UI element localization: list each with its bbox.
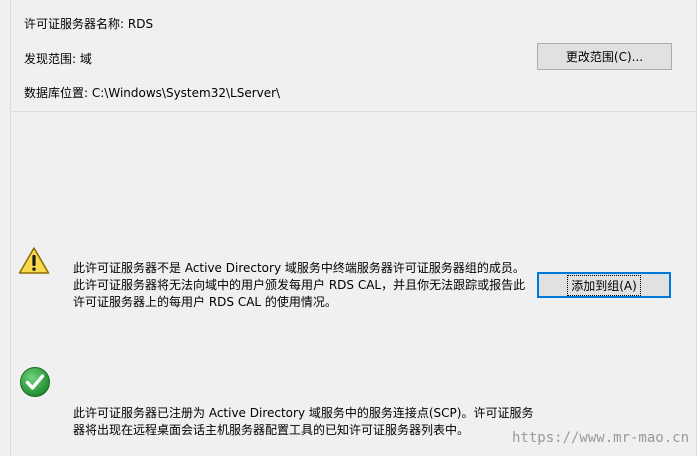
check-icon	[20, 367, 50, 397]
scope-label: 发现范围:	[24, 52, 77, 66]
server-name-label: 许可证服务器名称:	[24, 17, 125, 31]
warning-message: 此许可证服务器不是 Active Directory 域服务中终端服务器许可证服…	[73, 261, 526, 309]
warning-icon	[18, 247, 50, 274]
scope-value: 域	[79, 52, 92, 66]
section-divider	[10, 111, 697, 112]
database-location-label: 数据库位置:	[24, 86, 89, 100]
change-scope-button[interactable]: 更改范围(C)...	[537, 43, 672, 70]
server-name-line: 许可证服务器名称: RDS	[24, 15, 153, 32]
add-to-group-button-label: 添加到组(A)	[567, 274, 641, 296]
server-name-value: RDS	[127, 17, 154, 31]
watermark: https://www.mr-mao.cn	[512, 430, 690, 446]
scp-registered-message: 此许可证服务器已注册为 Active Directory 域服务中的服务连接点(…	[73, 406, 534, 437]
database-location-line: 数据库位置: C:\Windows\System32\LServer\	[24, 84, 280, 101]
scope-line: 发现范围: 域	[24, 50, 92, 67]
add-to-group-button[interactable]: 添加到组(A)	[537, 272, 671, 298]
change-scope-button-label: 更改范围(C)...	[565, 50, 644, 64]
database-location-value: C:\Windows\System32\LServer\	[91, 86, 281, 100]
